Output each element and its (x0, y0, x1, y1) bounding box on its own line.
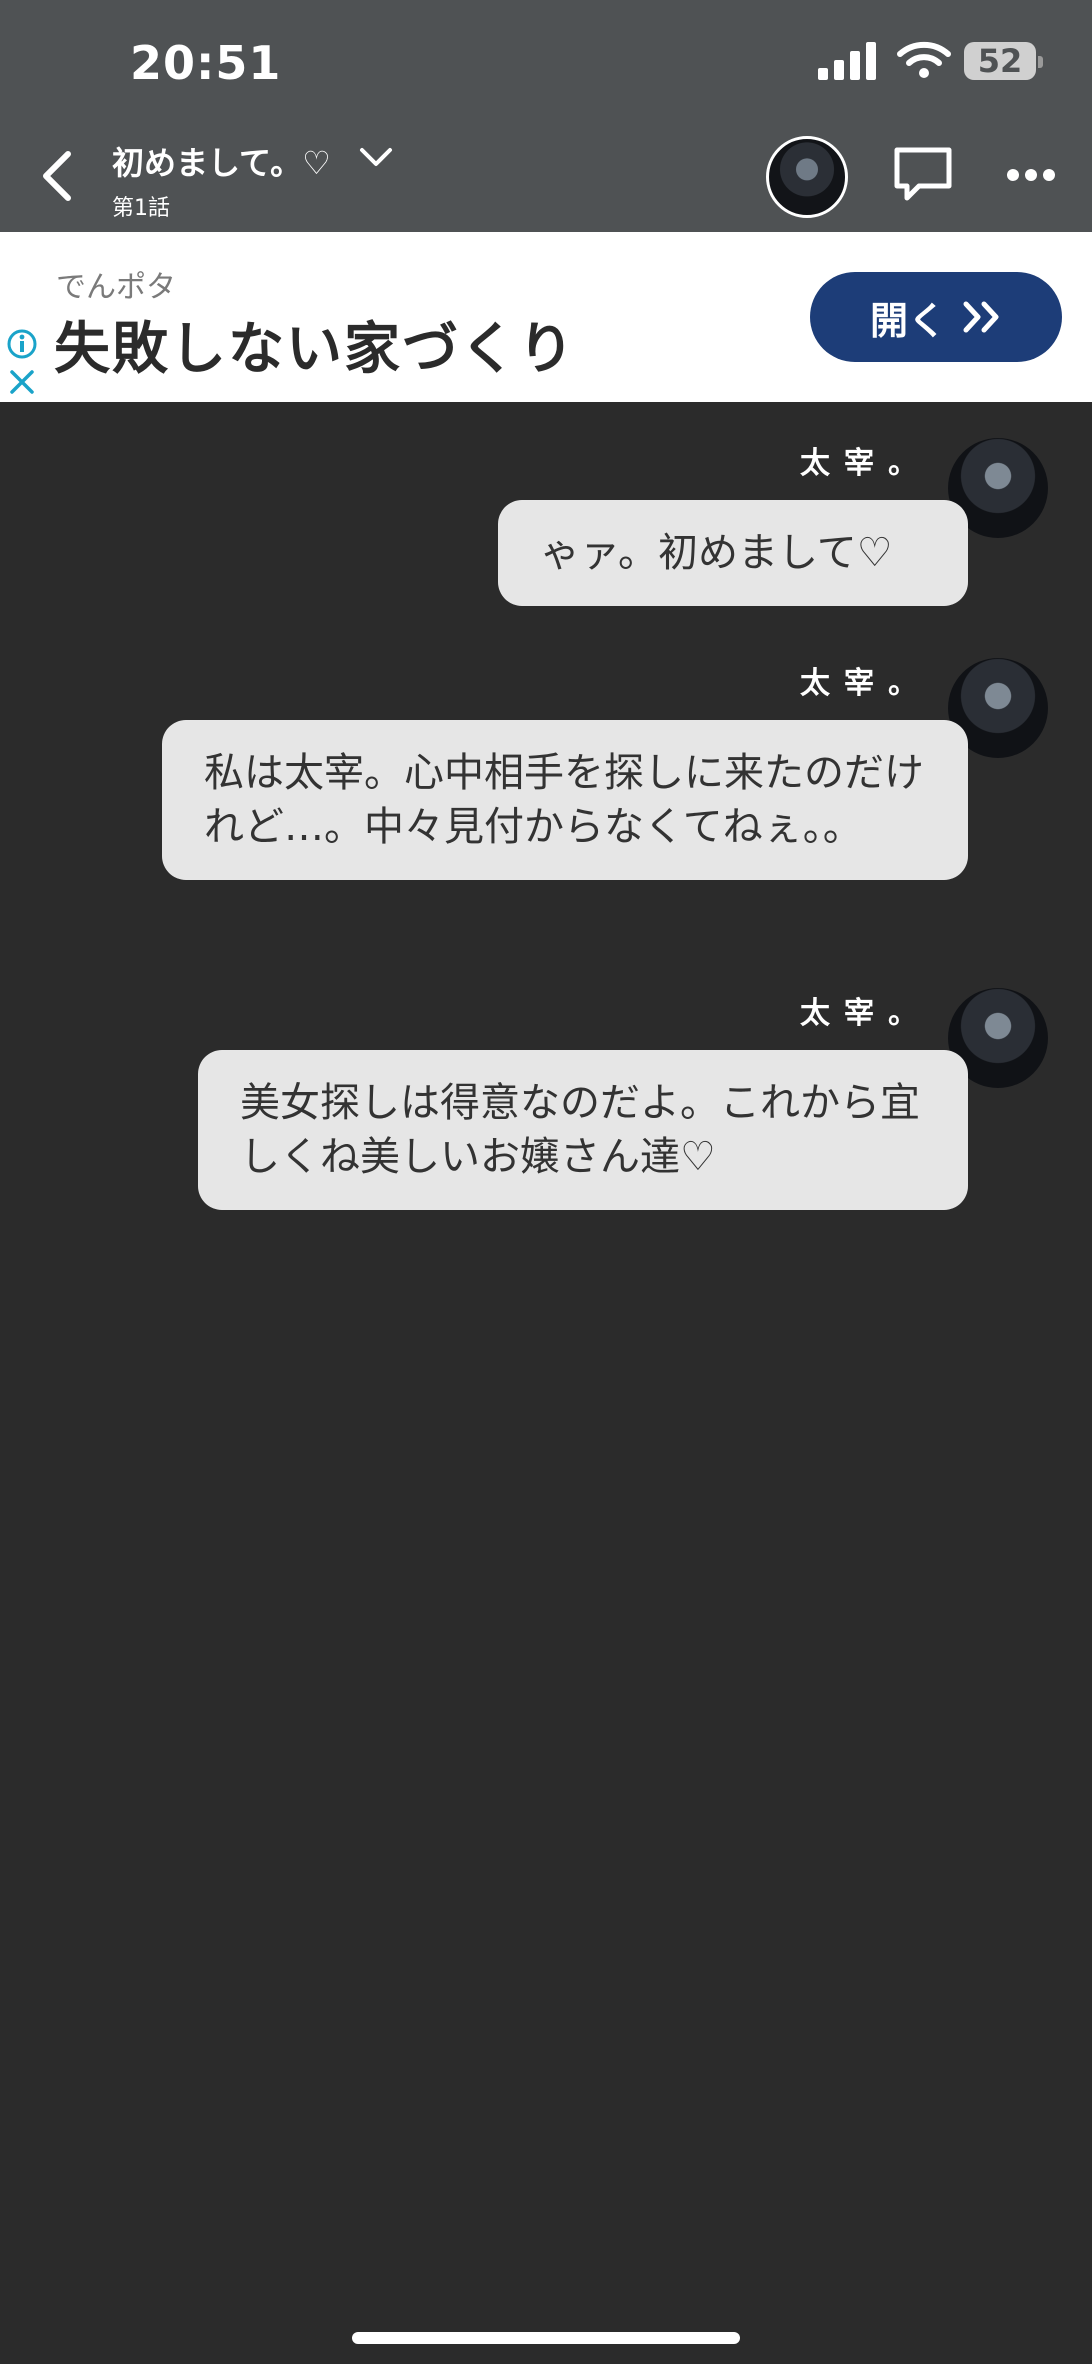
ad-open-label: 開く (869, 298, 946, 343)
ad-headline[interactable]: 失敗しない家づくり (54, 304, 576, 385)
message-bubble: 美女探しは得意なのだよ。これから宜しくね美しいお嬢さん達♡ (198, 1050, 968, 1210)
message-bubble: 私は太宰。心中相手を探しに来たのだけれど…。中々見付からなくてねぇ。。 (162, 720, 968, 880)
ad-open-button[interactable]: 開く (810, 272, 1062, 362)
author-avatar[interactable] (766, 136, 848, 218)
chevron-down-icon[interactable] (358, 146, 394, 170)
home-indicator[interactable] (352, 2332, 740, 2344)
message-sender: 太宰。 (800, 446, 932, 481)
close-icon[interactable] (8, 368, 36, 396)
status-time: 20:51 (130, 36, 282, 90)
message-bubble: ゃァ。初めまして♡ (498, 500, 968, 606)
episode-subtitle: 第1話 (112, 196, 170, 221)
info-icon[interactable] (6, 328, 38, 360)
more-icon[interactable] (1006, 168, 1056, 182)
signal-icon (818, 42, 876, 80)
ad-sponsor: でんポタ (56, 270, 176, 305)
message-sender: 太宰。 (800, 666, 932, 701)
story-title[interactable]: 初めまして。♡ (112, 138, 331, 184)
double-chevron-right-icon (963, 301, 999, 333)
top-bar: 20:51 52 初めまして。♡ 第1話 (0, 0, 1092, 232)
comment-icon[interactable] (893, 146, 953, 202)
wifi-icon (897, 41, 951, 78)
back-chevron-icon[interactable] (38, 150, 78, 202)
battery-icon: 52 (964, 42, 1043, 80)
ad-banner[interactable]: でんポタ 失敗しない家づくり 開く (0, 232, 1092, 402)
battery-level: 52 (977, 42, 1023, 80)
message-sender: 太宰。 (800, 996, 932, 1031)
